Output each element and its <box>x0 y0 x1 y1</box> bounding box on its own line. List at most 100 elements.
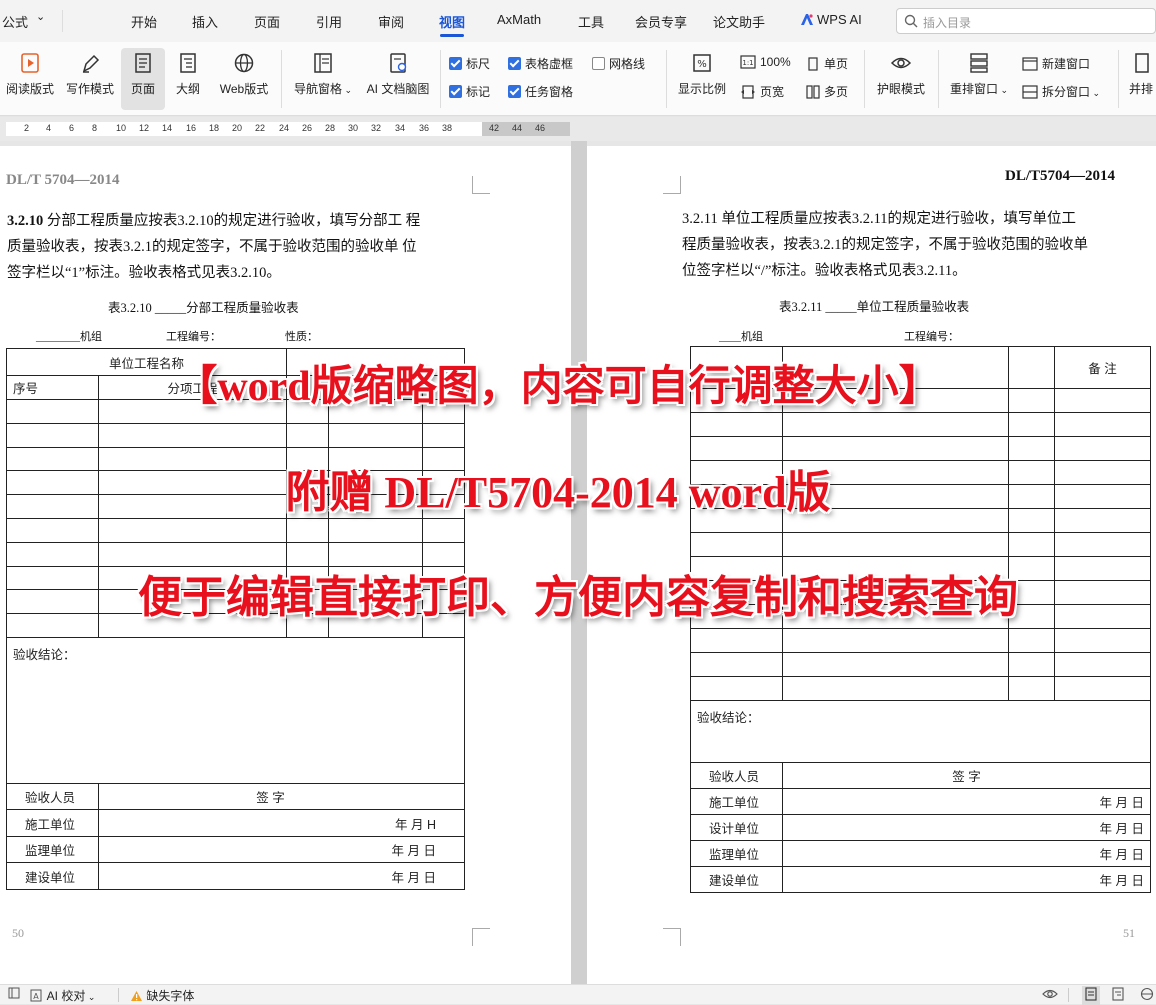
gridlines-checkbox[interactable]: 网格线 <box>592 55 645 72</box>
web-status-icon[interactable] <box>1140 987 1154 1004</box>
table-cell <box>286 517 329 543</box>
split-window-button[interactable]: 拆分窗口 ⌄ <box>1022 83 1100 100</box>
new-window-button[interactable]: 新建窗口 <box>1022 55 1090 72</box>
svg-text:A: A <box>33 992 39 1001</box>
ruler-tick-label: 22 <box>255 123 266 133</box>
table-gridlines-checkbox[interactable]: 表格虚框 <box>508 55 573 72</box>
markup-checkbox[interactable]: 标记 <box>449 83 490 100</box>
eye-mode-button[interactable]: 护眼模式 <box>872 48 930 110</box>
tab-reference[interactable]: 引用 <box>316 12 342 31</box>
crop-mark <box>472 176 490 194</box>
horizontal-ruler[interactable]: 2 4 6 8 10 12 14 16 18 20 22 24 26 28 30 32 34 36 38 42 44 46 <box>0 117 1156 141</box>
one-to-one-icon: 1:1 <box>740 55 756 69</box>
side-by-side-button[interactable]: 并排 <box>1126 48 1156 110</box>
multi-page-button[interactable]: 多页 <box>806 83 848 100</box>
page-width-button[interactable]: 页宽 <box>740 83 784 100</box>
table-cell <box>1008 532 1055 557</box>
signature-value: 年 月 日 <box>782 840 1151 867</box>
svg-text:%: % <box>697 59 707 70</box>
tab-view[interactable]: 视图 <box>439 12 465 31</box>
sidebar-toggle-icon[interactable] <box>8 987 20 1002</box>
signature-role: 施工单位 <box>690 788 783 815</box>
ruler-tick-label: 10 <box>116 123 127 133</box>
ruler-tick-label: 6 <box>69 123 75 133</box>
page-view-status-icon[interactable] <box>1082 986 1100 1005</box>
eye-icon[interactable] <box>1042 987 1058 1004</box>
rearrange-window-button[interactable]: 重排窗口 ⌄ <box>946 48 1012 110</box>
single-page-button[interactable]: 单页 <box>806 55 848 72</box>
table-cell <box>328 422 423 448</box>
tab-home[interactable]: 开始 <box>131 12 157 31</box>
menu-formula-cut[interactable]: 公式 <box>2 12 28 31</box>
table-cell <box>782 532 1009 557</box>
wps-ai-icon <box>801 14 813 25</box>
task-pane-label: 任务窗格 <box>525 85 574 99</box>
eye-mode-label: 护眼模式 <box>876 82 925 96</box>
table-cell <box>690 652 783 677</box>
signature-role: 施工单位 <box>6 809 99 837</box>
signature-role: 验收人员 <box>6 782 99 811</box>
tab-review[interactable]: 审阅 <box>378 12 404 31</box>
web-layout-button[interactable]: Web版式 <box>214 48 274 110</box>
table-cell <box>1054 532 1151 557</box>
paragraph-line: 质量验收表，按表3.2.1的规定签字，不属于验收范围的验收单 位 <box>7 239 417 255</box>
svg-text:1:1: 1:1 <box>742 59 753 67</box>
ruler-tick-label: 38 <box>442 123 453 133</box>
outline-button[interactable]: 大纲 <box>170 48 206 110</box>
ruler-tick-label: 26 <box>302 123 313 133</box>
wps-ai-tab[interactable]: WPS AI <box>800 12 862 27</box>
chevron-down-icon: ⌄ <box>85 992 96 1002</box>
tab-thesis[interactable]: 论文助手 <box>713 12 765 31</box>
ribbon-divider <box>864 50 865 108</box>
reading-mode-button[interactable]: 阅读版式 <box>2 48 58 110</box>
signature-value: 年 月 日 <box>98 835 465 864</box>
ribbon-divider <box>938 50 939 108</box>
page-view-label: 页面 <box>130 82 155 96</box>
tab-page[interactable]: 页面 <box>254 12 280 31</box>
outline-status-icon[interactable] <box>1112 987 1124 1004</box>
proofread-icon: A <box>30 989 42 1002</box>
table-row <box>690 676 1151 701</box>
warning-icon <box>131 991 142 1001</box>
multi-page-label: 多页 <box>824 85 849 99</box>
checkbox-checked-icon <box>508 57 521 70</box>
rearrange-icon <box>970 53 988 73</box>
nav-pane-button[interactable]: 导航窗格 ⌄ <box>290 48 356 110</box>
ai-mindmap-button[interactable]: AI 文档脑图 <box>362 48 434 110</box>
status-bar: A AI 校对 ⌄ 缺失字体 <box>0 984 1156 1005</box>
ruler-checkbox[interactable]: 标尺 <box>449 55 490 72</box>
tab-member[interactable]: 会员专享 <box>635 12 687 31</box>
split-window-label: 拆分窗口 <box>1042 85 1091 99</box>
zoom-button[interactable]: % 显示比例 <box>674 48 730 110</box>
paragraph-line: 分部工程质量应按表3.2.10的规定进行验收，填写分部工 程 <box>46 213 421 229</box>
tab-insert[interactable]: 插入 <box>192 12 218 31</box>
table-cell <box>6 422 99 448</box>
side-by-side-label: 并排 <box>1128 82 1153 96</box>
eye-icon <box>890 57 912 69</box>
overlay-banner-line3: 便于编辑直接打印、方便内容复制和搜索查询 <box>138 573 1018 622</box>
meta-unit: ____机组 <box>719 331 763 343</box>
page-view-button[interactable]: 页面 <box>121 48 165 110</box>
tab-axmath[interactable]: AxMath <box>497 12 541 27</box>
signature-row: 设计单位年 月 日 <box>690 814 1151 841</box>
table-cell <box>422 517 465 543</box>
ruler-tick-label: 30 <box>348 123 359 133</box>
single-page-label: 单页 <box>824 57 849 71</box>
writing-mode-button[interactable]: 写作模式 <box>62 48 118 110</box>
paragraph-line: 签字栏以“1”标注。验收表格式见表3.2.10。 <box>7 265 281 281</box>
side-by-side-icon <box>1135 53 1149 73</box>
signature-row: 建设单位年 月 日 <box>6 862 465 890</box>
table-cell <box>1008 652 1055 677</box>
missing-font-button[interactable]: 缺失字体 <box>130 987 194 1004</box>
task-pane-checkbox[interactable]: 任务窗格 <box>508 83 573 100</box>
search-input[interactable]: 插入目录 <box>896 8 1156 34</box>
signature-rows: 验收人员签 字施工单位年 月 H 监理单位年 月 日建设单位年 月 日 <box>6 782 465 890</box>
paragraph: 3.2.11 单位工程质量应按表3.2.11的规定进行验收，填写单位工 程质量验… <box>682 206 1152 284</box>
rearrange-label: 重排窗口 <box>949 82 998 96</box>
proofread-button[interactable]: A AI 校对 ⌄ <box>30 987 95 1004</box>
tab-tools[interactable]: 工具 <box>578 12 604 31</box>
table-cell <box>782 412 1009 437</box>
chevron-down-icon[interactable]: ⌄ <box>36 10 45 23</box>
outline-label: 大纲 <box>175 82 200 96</box>
zoom-100-button[interactable]: 1:1 100% <box>740 55 791 69</box>
